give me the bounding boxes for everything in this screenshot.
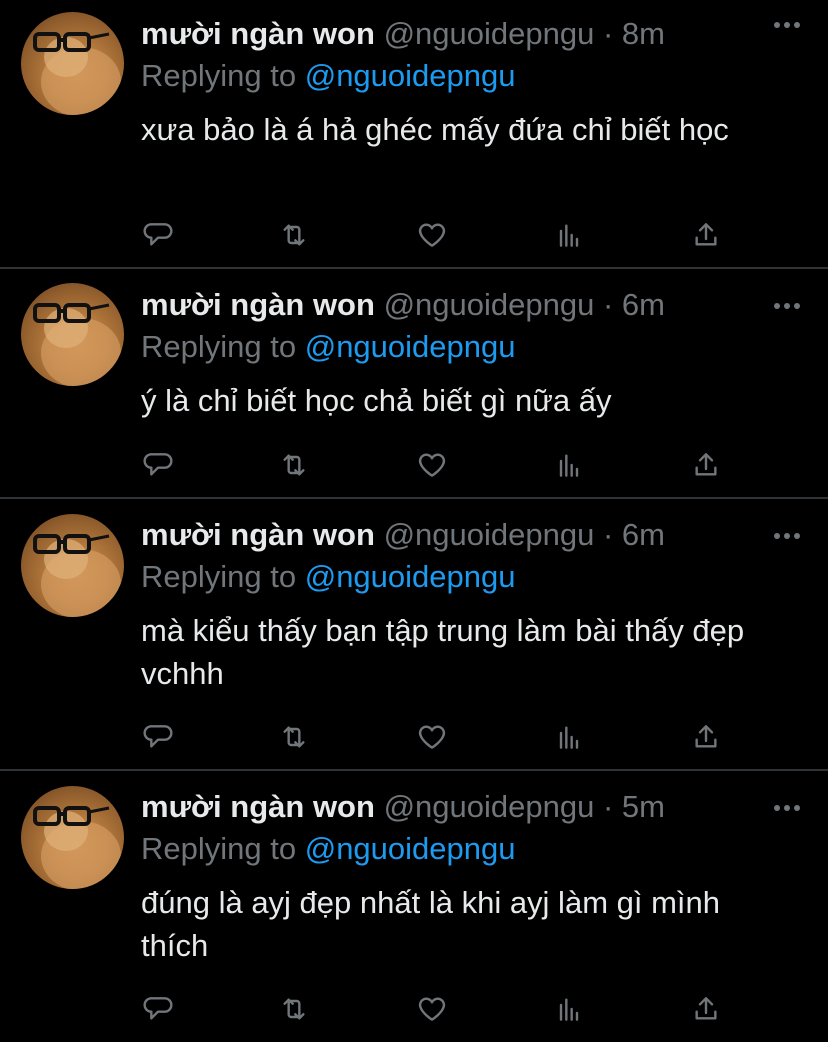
avatar-image [33, 806, 121, 889]
user-handle[interactable]: @nguoidepngu [384, 789, 595, 824]
timestamp[interactable]: 6m [622, 287, 665, 322]
timestamp[interactable]: 6m [622, 517, 665, 552]
analytics-icon[interactable] [549, 445, 589, 485]
avatar-image [33, 32, 121, 115]
avatar[interactable] [21, 786, 124, 889]
share-icon[interactable] [686, 717, 726, 757]
replying-prefix: Replying to [141, 329, 305, 364]
retweet-icon[interactable] [274, 989, 314, 1029]
replying-handle-link[interactable]: @nguoidepngu [305, 831, 516, 866]
display-name[interactable]: mười ngàn won [141, 789, 375, 824]
tweet[interactable]: mười ngàn won @nguoidepngu · 5m Replying… [0, 771, 828, 1042]
replying-handle-link[interactable]: @nguoidepngu [305, 329, 516, 364]
tweet-text: mà kiểu thấy bạn tập trung làm bài thấy … [141, 613, 745, 691]
tweet-feed: mười ngàn won @nguoidepngu · 8m Replying… [0, 0, 828, 1042]
timestamp[interactable]: 8m [622, 16, 665, 51]
user-handle[interactable]: @nguoidepngu [384, 517, 595, 552]
share-icon[interactable] [686, 445, 726, 485]
separator: · [602, 287, 614, 322]
reply-icon[interactable] [138, 215, 178, 255]
share-icon[interactable] [686, 989, 726, 1029]
like-icon[interactable] [412, 717, 452, 757]
replying-prefix: Replying to [141, 831, 305, 866]
avatar-image [33, 534, 121, 617]
retweet-icon[interactable] [274, 445, 314, 485]
tweet-header: mười ngàn won @nguoidepngu · 6m [141, 515, 665, 555]
action-bar [0, 717, 828, 757]
avatar[interactable] [21, 12, 124, 115]
replying-prefix: Replying to [141, 58, 305, 93]
tweet-text: đúng là ayj đẹp nhất là khi ayj làm gì m… [141, 885, 721, 963]
analytics-icon[interactable] [549, 989, 589, 1029]
display-name[interactable]: mười ngàn won [141, 16, 375, 51]
like-icon[interactable] [412, 989, 452, 1029]
more-icon[interactable] [774, 805, 800, 813]
analytics-icon[interactable] [549, 717, 589, 757]
replying-to: Replying to @nguoidepngu [141, 56, 515, 96]
separator: · [602, 517, 614, 552]
replying-prefix: Replying to [141, 559, 305, 594]
display-name[interactable]: mười ngàn won [141, 287, 375, 322]
like-icon[interactable] [412, 215, 452, 255]
retweet-icon[interactable] [274, 215, 314, 255]
more-icon[interactable] [774, 303, 800, 311]
display-name[interactable]: mười ngàn won [141, 517, 375, 552]
tweet-header: mười ngàn won @nguoidepngu · 6m [141, 285, 665, 325]
replying-to: Replying to @nguoidepngu [141, 557, 515, 597]
tweet-header: mười ngàn won @nguoidepngu · 8m [141, 14, 665, 54]
reply-icon[interactable] [138, 989, 178, 1029]
replying-handle-link[interactable]: @nguoidepngu [305, 559, 516, 594]
replying-handle-link[interactable]: @nguoidepngu [305, 58, 516, 93]
share-icon[interactable] [686, 215, 726, 255]
analytics-icon[interactable] [549, 215, 589, 255]
tweet-text: xưa bảo là á hả ghéc mấy đứa chỉ biết họ… [141, 112, 729, 147]
more-icon[interactable] [774, 22, 800, 30]
tweet[interactable]: mười ngàn won @nguoidepngu · 8m Replying… [0, 0, 828, 269]
tweet[interactable]: mười ngàn won @nguoidepngu · 6m Replying… [0, 269, 828, 499]
retweet-icon[interactable] [274, 717, 314, 757]
avatar[interactable] [21, 283, 124, 386]
reply-icon[interactable] [138, 717, 178, 757]
user-handle[interactable]: @nguoidepngu [384, 287, 595, 322]
action-bar [0, 215, 828, 255]
separator: · [602, 789, 614, 824]
separator: · [602, 16, 614, 51]
action-bar [0, 989, 828, 1029]
reply-icon[interactable] [138, 445, 178, 485]
tweet-text: ý là chỉ biết học chả biết gì nữa ấy [141, 383, 612, 418]
replying-to: Replying to @nguoidepngu [141, 327, 515, 367]
avatar[interactable] [21, 514, 124, 617]
tweet[interactable]: mười ngàn won @nguoidepngu · 6m Replying… [0, 499, 828, 771]
timestamp[interactable]: 5m [622, 789, 665, 824]
replying-to: Replying to @nguoidepngu [141, 829, 515, 869]
like-icon[interactable] [412, 445, 452, 485]
tweet-header: mười ngàn won @nguoidepngu · 5m [141, 787, 665, 827]
more-icon[interactable] [774, 533, 800, 541]
action-bar [0, 445, 828, 485]
user-handle[interactable]: @nguoidepngu [384, 16, 595, 51]
avatar-image [33, 303, 121, 386]
